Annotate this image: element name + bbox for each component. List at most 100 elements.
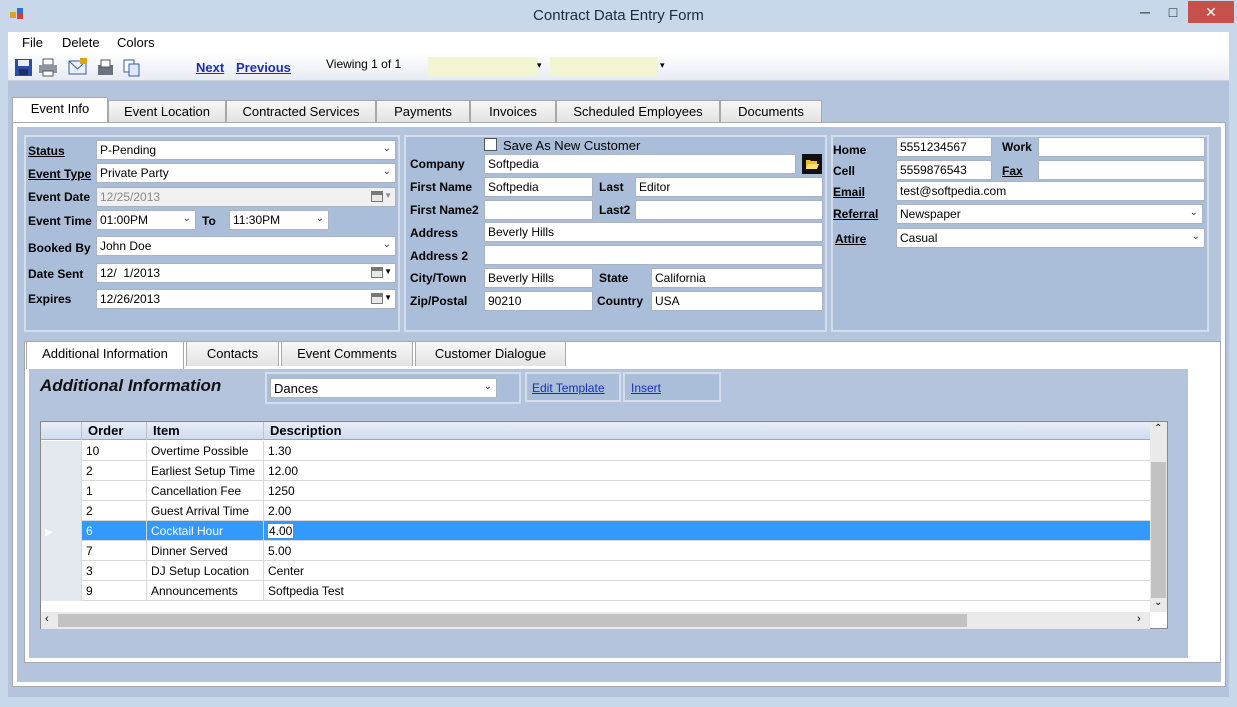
cell-description[interactable]: 4.00 xyxy=(264,521,1150,541)
cell-item[interactable]: Earliest Setup Time xyxy=(147,461,264,481)
save-icon[interactable] xyxy=(14,58,34,77)
table-row[interactable]: 2 Guest Arrival Time 2.00 xyxy=(41,501,1150,521)
cell-item[interactable]: Guest Arrival Time xyxy=(147,501,264,521)
city-field[interactable]: Beverly Hills xyxy=(484,268,593,288)
table-row[interactable]: 7 Dinner Served 5.00 xyxy=(41,541,1150,561)
scroll-thumb[interactable] xyxy=(58,614,967,627)
email-icon[interactable] xyxy=(68,58,88,77)
chevron-left-icon[interactable]: ‹ xyxy=(45,613,49,625)
subtab-additional-information[interactable]: Additional Information xyxy=(26,341,184,369)
cell-description[interactable]: 1250 xyxy=(264,481,1150,501)
cell-order[interactable]: 10 xyxy=(82,441,147,461)
table-row[interactable]: 10 Overtime Possible 1.30 xyxy=(41,441,1150,461)
cell-phone-field[interactable]: 5559876543 xyxy=(896,160,992,180)
chevron-down-icon[interactable]: ▾ xyxy=(660,60,665,71)
cell-item[interactable]: Cancellation Fee xyxy=(147,481,264,501)
column-description[interactable]: Description xyxy=(264,422,1150,440)
table-row[interactable]: 1 Cancellation Fee 1250 xyxy=(41,481,1150,501)
record-combo-2[interactable] xyxy=(550,57,658,76)
table-row[interactable]: ▶ 6 Cocktail Hour 4.00 xyxy=(41,521,1150,541)
cell-item[interactable]: Dinner Served xyxy=(147,541,264,561)
print-icon[interactable] xyxy=(38,58,58,77)
first-name2-field[interactable] xyxy=(484,200,593,220)
tab-event-location[interactable]: Event Location xyxy=(108,100,226,124)
event-type-select[interactable]: Private Party ⌄ xyxy=(96,163,396,183)
horizontal-scrollbar[interactable]: ‹ › xyxy=(41,612,1150,629)
cell-item[interactable]: Overtime Possible xyxy=(147,441,264,461)
table-row[interactable]: 9 Announcements Softpedia Test xyxy=(41,581,1150,601)
row-header[interactable] xyxy=(41,461,82,481)
menu-file[interactable]: File xyxy=(22,35,43,50)
cell-order[interactable]: 2 xyxy=(82,501,147,521)
subtab-contacts[interactable]: Contacts xyxy=(186,341,279,366)
cell-item[interactable]: Announcements xyxy=(147,581,264,601)
row-header[interactable] xyxy=(41,501,82,521)
column-item[interactable]: Item xyxy=(147,422,264,440)
chevron-up-icon[interactable]: ⌃ xyxy=(1154,423,1162,434)
booked-by-select[interactable]: John Doe ⌄ xyxy=(96,236,396,256)
record-combo-1[interactable] xyxy=(428,57,538,76)
next-link[interactable]: Next xyxy=(196,60,224,75)
state-field[interactable]: California xyxy=(651,268,823,288)
tab-scheduled-employees[interactable]: Scheduled Employees xyxy=(556,100,720,124)
home-phone-field[interactable]: 5551234567 xyxy=(896,137,992,157)
cell-item[interactable]: Cocktail Hour xyxy=(147,521,264,541)
chevron-down-icon[interactable]: ▾ xyxy=(537,60,542,71)
date-sent-picker[interactable]: 12/ 1/2013 ▼ xyxy=(96,263,396,283)
fax-icon[interactable] xyxy=(96,58,116,77)
fax-field[interactable] xyxy=(1038,160,1205,180)
attire-select[interactable]: Casual ⌄ xyxy=(896,228,1205,248)
address-field[interactable]: Beverly Hills xyxy=(484,222,823,242)
status-select[interactable]: P-Pending ⌄ xyxy=(96,140,396,160)
cell-description[interactable]: 1.30 xyxy=(264,441,1150,461)
table-row[interactable]: 2 Earliest Setup Time 12.00 xyxy=(41,461,1150,481)
row-header[interactable] xyxy=(41,541,82,561)
row-header[interactable] xyxy=(41,441,82,461)
cell-description[interactable]: 12.00 xyxy=(264,461,1150,481)
tab-documents[interactable]: Documents xyxy=(720,100,822,124)
tab-contracted-services[interactable]: Contracted Services xyxy=(226,100,376,124)
cell-description[interactable]: 5.00 xyxy=(264,541,1150,561)
row-header[interactable] xyxy=(41,481,82,501)
to-time-select[interactable]: 11:30PM ⌄ xyxy=(229,210,329,230)
minimize-button[interactable]: ─ xyxy=(1132,1,1158,23)
last2-field[interactable] xyxy=(635,200,823,220)
close-button[interactable]: ✕ xyxy=(1188,1,1234,23)
row-header[interactable] xyxy=(41,581,82,601)
row-header[interactable] xyxy=(41,561,82,581)
folder-open-icon[interactable] xyxy=(802,154,822,174)
cell-order[interactable]: 7 xyxy=(82,541,147,561)
expires-picker[interactable]: 12/26/2013 ▼ xyxy=(96,289,396,309)
event-time-select[interactable]: 01:00PM ⌄ xyxy=(96,210,196,230)
chevron-right-icon[interactable]: › xyxy=(1137,613,1141,625)
template-select[interactable]: Dances ⌄ xyxy=(270,378,497,398)
table-row[interactable]: 3 DJ Setup Location Center xyxy=(41,561,1150,581)
edit-template-link[interactable]: Edit Template xyxy=(532,381,605,395)
cell-description[interactable]: 2.00 xyxy=(264,501,1150,521)
cell-order[interactable]: 6 xyxy=(82,521,147,541)
last-field[interactable]: Editor xyxy=(635,177,823,197)
cell-description[interactable]: Softpedia Test xyxy=(264,581,1150,601)
cell-order[interactable]: 3 xyxy=(82,561,147,581)
column-order[interactable]: Order xyxy=(82,422,147,440)
work-phone-field[interactable] xyxy=(1038,137,1205,157)
tab-payments[interactable]: Payments xyxy=(376,100,470,124)
company-field[interactable]: Softpedia xyxy=(484,154,796,174)
scroll-thumb[interactable] xyxy=(1151,462,1166,598)
address2-field[interactable] xyxy=(484,245,823,265)
vertical-scrollbar[interactable]: ⌃ ⌄ xyxy=(1150,422,1167,612)
subtab-customer-dialogue[interactable]: Customer Dialogue xyxy=(415,341,566,366)
menu-delete[interactable]: Delete xyxy=(62,35,100,50)
event-date-picker[interactable]: 12/25/2013 ▼ xyxy=(96,187,396,207)
menu-colors[interactable]: Colors xyxy=(117,35,155,50)
tab-event-info[interactable]: Event Info xyxy=(12,97,108,124)
cell-order[interactable]: 2 xyxy=(82,461,147,481)
referral-select[interactable]: Newspaper ⌄ xyxy=(896,204,1203,224)
zip-field[interactable]: 90210 xyxy=(484,291,593,311)
email-field[interactable]: test@softpedia.com xyxy=(896,181,1205,201)
chevron-down-icon[interactable]: ⌄ xyxy=(1154,597,1162,608)
maximize-button[interactable]: □ xyxy=(1160,1,1186,23)
copy-icon[interactable] xyxy=(122,58,142,77)
tab-invoices[interactable]: Invoices xyxy=(470,100,556,124)
row-header[interactable]: ▶ xyxy=(41,521,82,541)
